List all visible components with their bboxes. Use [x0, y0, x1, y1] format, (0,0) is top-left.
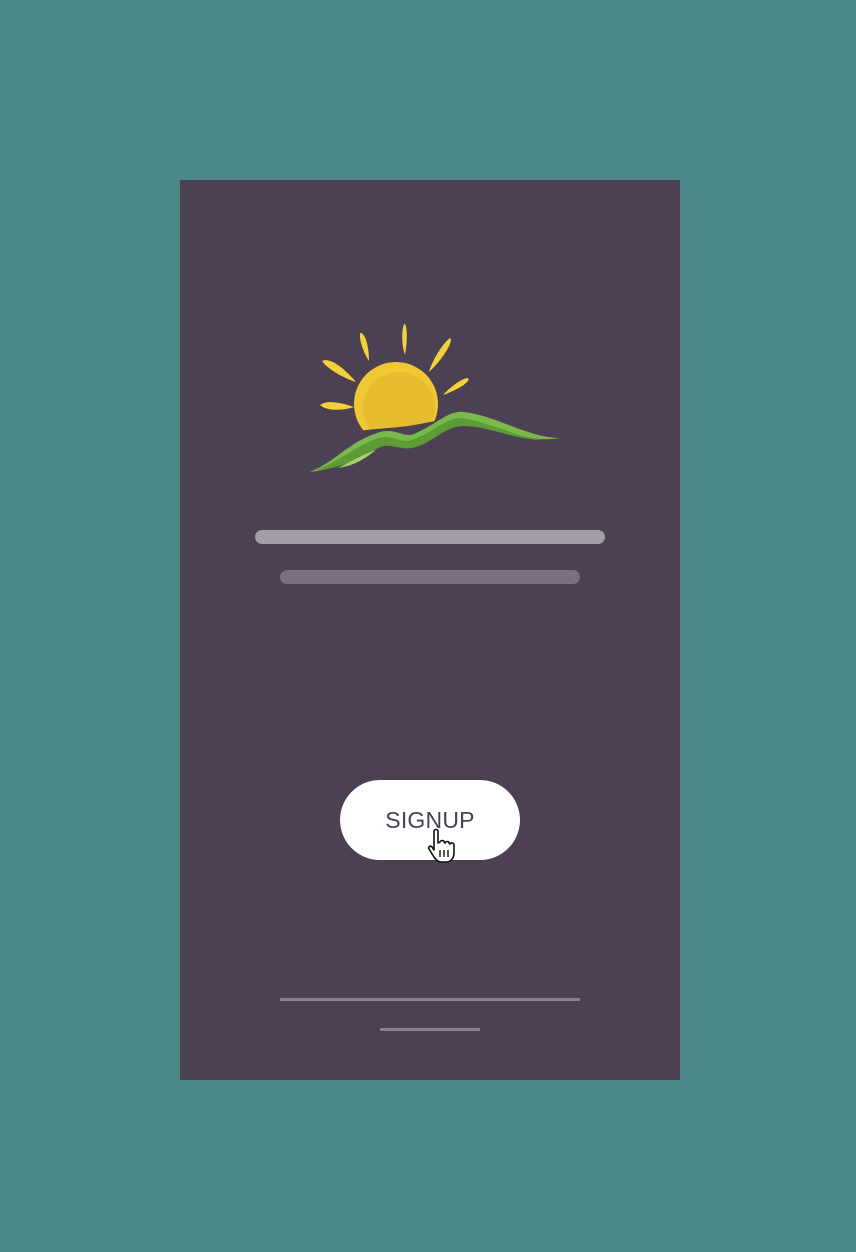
app-screen: SIGNUP	[180, 180, 680, 1080]
signup-button-label: SIGNUP	[385, 806, 475, 833]
sunrise-logo-icon	[308, 323, 564, 480]
title-placeholder-bar	[255, 530, 605, 544]
signup-button[interactable]: SIGNUP	[340, 780, 520, 860]
subtitle-placeholder-bar	[280, 570, 580, 584]
footer-divider-long	[280, 998, 580, 1001]
footer-divider-short	[380, 1028, 480, 1031]
